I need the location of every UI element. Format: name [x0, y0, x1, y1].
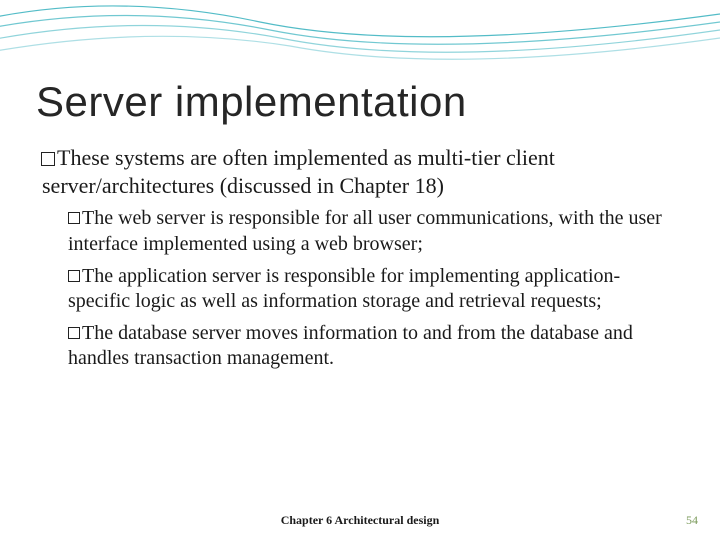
square-bullet-icon — [41, 152, 55, 166]
bullet-level2-text: The database server moves information to… — [68, 322, 633, 370]
square-bullet-icon — [68, 270, 80, 282]
bullet-level1-text: These systems are often implemented as m… — [42, 145, 555, 198]
bullet-level2: The database server moves information to… — [68, 321, 682, 372]
bullet-level2: The web server is responsible for all us… — [68, 206, 682, 257]
sub-bullet-list: The web server is responsible for all us… — [38, 206, 682, 372]
bullet-level2-text: The application server is responsible fo… — [68, 265, 620, 313]
square-bullet-icon — [68, 327, 80, 339]
square-bullet-icon — [68, 212, 80, 224]
bullet-level1: These systems are often implemented as m… — [38, 144, 682, 200]
bullet-level2: The application server is responsible fo… — [68, 264, 682, 315]
slide-content: These systems are often implemented as m… — [0, 126, 720, 372]
slide-title: Server implementation — [0, 0, 720, 126]
page-number: 54 — [686, 513, 698, 528]
bullet-level2-text: The web server is responsible for all us… — [68, 207, 662, 255]
slide-footer: Chapter 6 Architectural design — [0, 513, 720, 528]
